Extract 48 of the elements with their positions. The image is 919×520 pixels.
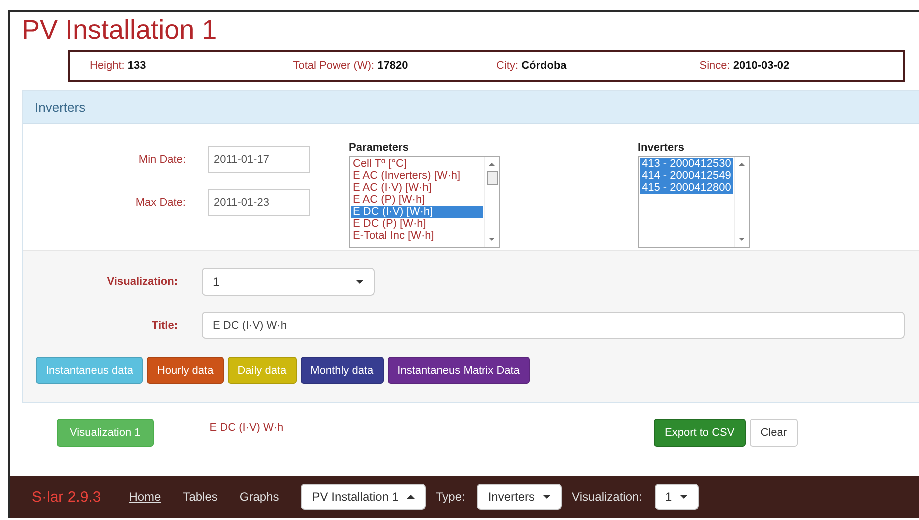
list-option[interactable]: Cell Tº [°C] <box>351 158 483 170</box>
type-label: Type: <box>436 490 466 504</box>
listbox-label: Parameters <box>349 142 409 154</box>
summary-item: City: Córdoba <box>496 60 568 72</box>
caret-icon <box>543 495 552 499</box>
visualization-label: Visualization: <box>572 490 643 504</box>
date-field[interactable]: 2011-01-17 <box>208 146 310 173</box>
nav-link[interactable]: Home <box>129 490 162 504</box>
export-button[interactable]: Export to CSV <box>654 419 746 447</box>
listbox[interactable]: Cell Tº [°C] E AC (Inverters) [W·h] E AC (I·V) [W·h] E AC (P) [W·h] E DC (I·V) [W·h] E DC (P) [W·h] E-Total Inc [W·h] <box>349 156 500 248</box>
nav-link[interactable]: Graphs <box>240 490 280 504</box>
list-option[interactable]: E AC (I·V) [W·h] <box>351 182 483 194</box>
caret-icon <box>356 280 364 284</box>
list-option[interactable]: E AC (P) [W·h] <box>351 194 483 206</box>
visualization-title: E DC (I·V) W·h <box>210 422 284 434</box>
listbox[interactable]: 413 - 2000412530 414 - 2000412549 415 - 2000412800 <box>638 156 750 248</box>
visualization-select[interactable]: 1 <box>202 268 375 296</box>
list-option[interactable]: E-Total Inc [W·h] <box>351 230 483 242</box>
list-option[interactable]: E DC (P) [W·h] <box>351 218 483 230</box>
panel-heading: Inverters <box>23 91 919 124</box>
field-label: Max Date: <box>134 196 186 208</box>
page-title: PV Installation 1 <box>21 14 218 47</box>
listbox-label: Inverters <box>638 142 684 154</box>
app-brand[interactable]: S·lar 2.9.3 <box>32 488 102 506</box>
list-option[interactable]: E DC (I·V) [W·h] <box>351 206 483 218</box>
data-type-button[interactable]: Hourly data <box>147 357 224 384</box>
scrollbar[interactable] <box>484 157 499 247</box>
title-field[interactable]: E DC (I·V) W·h <box>202 312 905 339</box>
nav-link[interactable]: Tables <box>183 490 218 504</box>
caret-icon <box>406 495 415 499</box>
list-option[interactable]: 415 - 2000412800 <box>640 182 733 194</box>
summary-item: Since: 2010-03-02 <box>700 60 791 72</box>
list-option[interactable]: E AC (Inverters) [W·h] <box>351 170 483 182</box>
field-label: Visualization: <box>106 276 178 288</box>
visualization-dropdown[interactable]: 1 <box>654 484 700 510</box>
installation-dropdown[interactable]: PV Installation 1 <box>301 484 426 510</box>
data-type-button[interactable]: Monthly data <box>300 357 384 384</box>
type-dropdown[interactable]: Inverters <box>477 484 562 510</box>
date-field[interactable]: 2011-01-23 <box>208 189 310 216</box>
field-label: Title: <box>150 320 178 332</box>
data-type-button[interactable]: Instantaneus Matrix Data <box>388 357 530 384</box>
caret-icon <box>680 495 688 499</box>
list-option[interactable]: 414 - 2000412549 <box>640 170 733 182</box>
summary-item: Total Power (W): 17820 <box>293 60 410 72</box>
list-option[interactable]: 413 - 2000412530 <box>640 158 733 170</box>
field-label: Min Date: <box>138 154 186 166</box>
summary-item: Height: 133 <box>90 60 148 72</box>
clear-button[interactable]: Clear <box>750 419 798 447</box>
